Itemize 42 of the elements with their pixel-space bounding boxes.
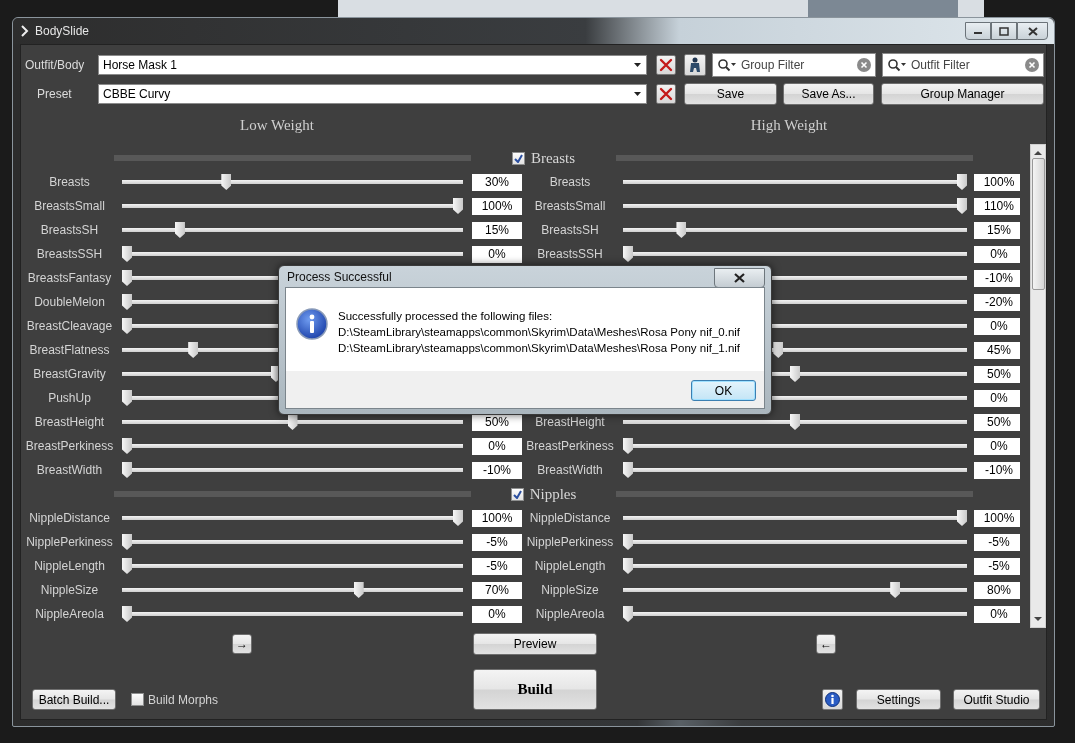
field-label: Outfit/Body — [25, 58, 86, 72]
slider-label: BreastCleavage — [25, 319, 114, 333]
column-heading: Low Weight — [239, 117, 315, 135]
slider-label: BreastsSH — [39, 223, 100, 237]
slider-label: NippleAreola — [34, 607, 105, 621]
field-label: Preset — [36, 87, 73, 101]
slider-label: BreastFlatness — [28, 343, 111, 357]
slider-label: NippleDistance — [28, 511, 111, 525]
slider-label: DoubleMelon — [33, 295, 106, 309]
slider-label: BreastHeight — [33, 415, 106, 429]
slider-label: BreastsSH — [540, 223, 600, 237]
column-heading: High Weight — [749, 117, 829, 135]
slider-label: Breasts — [548, 175, 592, 189]
dialog-message: Successfully processed the following files: — [338, 309, 554, 324]
slider-label: NippleDistance — [528, 511, 612, 525]
slider-label: BreastsFantasy — [26, 271, 113, 285]
slider-label: NippleSize — [39, 583, 100, 597]
slider-label: BreastPerkiness — [24, 439, 115, 453]
slider-label: NippleSize — [540, 583, 600, 597]
slider-label: BreastsSmall — [33, 199, 106, 213]
slider-label: BreastsSSH — [35, 247, 104, 261]
slider-label: NippleLength — [533, 559, 607, 573]
slider-label: BreastsSSH — [536, 247, 604, 261]
slider-label: BreastPerkiness — [525, 439, 615, 453]
window-title: BodySlide — [35, 24, 90, 38]
section-title: Breasts — [530, 149, 576, 167]
slider-label: BreastHeight — [534, 415, 606, 429]
slider-label: NipplePerkiness — [25, 535, 114, 549]
dialog-title: Process Successful — [287, 270, 392, 284]
slider-label: Breasts — [48, 175, 91, 189]
file-path: D:\SteamLibrary\steamapps\common\Skyrim\Data\Meshes\Rosa Pony nif_0.nif — [338, 325, 741, 340]
slider-label: NipplePerkiness — [525, 535, 615, 549]
slider-label: BreastWidth — [35, 463, 104, 477]
slider-label: NippleAreola — [534, 607, 606, 621]
slider-label: BreastsSmall — [533, 199, 607, 213]
slider-label: PushUp — [47, 391, 92, 405]
slider-label: BreastWidth — [536, 463, 604, 477]
slider-label: BreastGravity — [32, 367, 107, 381]
section-title: Nipples — [529, 485, 577, 503]
checkbox-label: Build Morphs — [148, 692, 219, 707]
slider-label: NippleLength — [33, 559, 106, 573]
file-path: D:\SteamLibrary\steamapps\common\Skyrim\Data\Meshes\Rosa Pony nif_1.nif — [338, 341, 741, 356]
